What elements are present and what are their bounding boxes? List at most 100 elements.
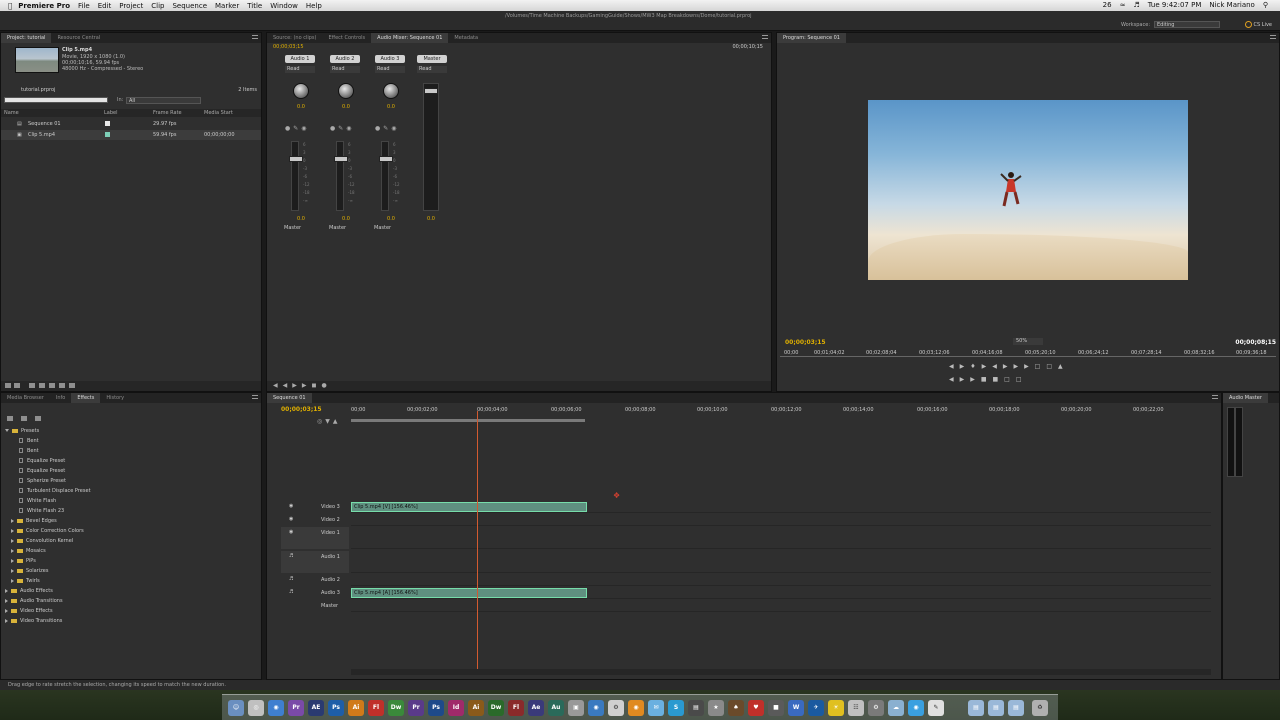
preset-item[interactable]: White Flash <box>19 498 56 504</box>
new-item-icon[interactable] <box>59 383 65 388</box>
automation-select-3[interactable]: Read <box>375 66 405 73</box>
tree-folder[interactable]: PiPs <box>11 558 36 564</box>
col-frame-rate[interactable]: Frame Rate <box>153 110 182 116</box>
finder-icon[interactable]: ☺ <box>228 700 244 716</box>
indesign-icon[interactable]: Id <box>448 700 464 716</box>
pan-value-3[interactable]: 0.0 <box>376 104 406 110</box>
channel-audio-3[interactable]: Audio 3 <box>375 55 405 63</box>
illustrator-icon-2[interactable]: Ai <box>468 700 484 716</box>
panel-menu-icon[interactable] <box>1212 395 1218 399</box>
audio-clip[interactable]: Clip 5.mp4 [A] [156.46%] <box>351 588 587 598</box>
automation-select-1[interactable]: Read <box>285 66 315 73</box>
wifi-icon[interactable]: ≈ <box>1120 1 1126 9</box>
volume-value-2[interactable]: 0.0 <box>331 216 361 222</box>
tree-audio-effects[interactable]: Audio Effects <box>5 588 53 594</box>
system-preferences-icon[interactable]: ⚙ <box>608 700 624 716</box>
skype-icon[interactable]: S <box>668 700 684 716</box>
panel-menu-icon[interactable] <box>252 395 258 399</box>
tree-video-effects[interactable]: Video Effects <box>5 608 53 614</box>
battery-indicator[interactable]: 26 <box>1103 1 1112 9</box>
preset-item[interactable]: White Flash 23 <box>19 508 64 514</box>
menu-marker[interactable]: Marker <box>215 2 239 10</box>
folder-icon[interactable]: ▤ <box>988 700 1004 716</box>
workspace-select[interactable]: Editing <box>1154 21 1220 28</box>
after-effects-icon[interactable]: AE <box>308 700 324 716</box>
find-icon[interactable] <box>39 383 45 388</box>
mute-solo-record-icons[interactable]: ●✎◉ <box>285 125 310 132</box>
program-time-ruler[interactable]: 00;00 00;01;04;02 00;02;08;04 00;03;12;0… <box>780 349 1276 357</box>
tree-folder[interactable]: Twirls <box>11 578 40 584</box>
track-header-audio-3[interactable]: ♬ Audio 3 <box>281 587 349 599</box>
track-header-master[interactable]: Master <box>281 600 349 612</box>
mail-icon[interactable]: ✉ <box>648 700 664 716</box>
folder-icon[interactable]: ▤ <box>968 700 984 716</box>
app-icon[interactable]: ☀ <box>828 700 844 716</box>
tab-effects[interactable]: Effects <box>71 393 101 403</box>
bin-icon[interactable] <box>49 383 55 388</box>
pan-knob-2[interactable] <box>338 83 354 99</box>
app-icon[interactable]: ◉ <box>908 700 924 716</box>
tab-media-browser[interactable]: Media Browser <box>1 393 50 403</box>
panel-menu-icon[interactable] <box>252 35 258 39</box>
output-select-2[interactable]: Master <box>329 225 365 232</box>
audition-icon[interactable]: Au <box>548 700 564 716</box>
dreamweaver-icon[interactable]: Dw <box>388 700 404 716</box>
tree-folder[interactable]: Convolution Kernel <box>11 538 73 544</box>
photoshop-icon[interactable]: Ps <box>328 700 344 716</box>
tab-audio-mixer[interactable]: Audio Mixer: Sequence 01 <box>371 33 449 43</box>
col-label[interactable]: Label <box>104 110 118 116</box>
tree-presets[interactable]: Presets <box>5 428 39 434</box>
automation-select-2[interactable]: Read <box>330 66 360 73</box>
volume-value-3[interactable]: 0.0 <box>376 216 406 222</box>
premiere-icon-2[interactable]: Pr <box>408 700 424 716</box>
track-lane-video-3[interactable]: Clip 5.mp4 [V] [156.46%] <box>351 501 1211 513</box>
app-icon[interactable]: ♠ <box>728 700 744 716</box>
col-media-start[interactable]: Media Start <box>204 110 233 116</box>
app-icon[interactable]: ✈ <box>808 700 824 716</box>
menu-help[interactable]: Help <box>306 2 322 10</box>
playhead[interactable] <box>477 411 478 673</box>
menu-title[interactable]: Title <box>247 2 262 10</box>
track-lane-video-2[interactable] <box>351 514 1211 526</box>
safari-icon[interactable]: ◉ <box>268 700 284 716</box>
volume-value-master[interactable]: 0.0 <box>416 216 446 222</box>
tree-folder[interactable]: Mosaics <box>11 548 46 554</box>
output-select-3[interactable]: Master <box>374 225 410 232</box>
icon-view-icon[interactable] <box>14 383 20 388</box>
program-video-frame[interactable] <box>868 100 1188 280</box>
app-icon[interactable]: ★ <box>708 700 724 716</box>
pan-knob-1[interactable] <box>293 83 309 99</box>
volume-icon[interactable]: ♬ <box>1133 1 1139 9</box>
search-input[interactable] <box>4 97 108 103</box>
photoshop-icon-2[interactable]: Ps <box>428 700 444 716</box>
video-clip[interactable]: Clip 5.mp4 [V] [156.46%] <box>351 502 587 512</box>
channel-audio-1[interactable]: Audio 1 <box>285 55 315 63</box>
track-lane-video-1[interactable] <box>351 527 1211 549</box>
automation-select-master[interactable]: Read <box>417 66 447 73</box>
app-menu[interactable]: Premiere Pro <box>18 2 70 10</box>
list-view-icon[interactable] <box>5 383 11 388</box>
work-area-bar[interactable] <box>351 419 585 422</box>
apple-icon[interactable]:  <box>8 2 12 10</box>
app-icon[interactable]: W <box>788 700 804 716</box>
menu-edit[interactable]: Edit <box>98 2 112 10</box>
col-name[interactable]: Name <box>4 110 19 116</box>
cs-live-button[interactable]: CS Live <box>1245 21 1272 28</box>
app-icon[interactable]: ▤ <box>688 700 704 716</box>
label-swatch[interactable] <box>105 121 110 126</box>
menu-file[interactable]: File <box>78 2 90 10</box>
zoom-select[interactable]: 50% <box>1013 338 1043 345</box>
tree-folder[interactable]: Solarizes <box>11 568 48 574</box>
automate-icon[interactable] <box>29 383 35 388</box>
tab-effect-controls[interactable]: Effect Controls <box>322 33 371 43</box>
menu-project[interactable]: Project <box>119 2 143 10</box>
transport-icons[interactable]: ◀◀▶▶◼● <box>273 382 332 389</box>
preset-item[interactable]: Turbulent Displace Preset <box>19 488 91 494</box>
premiere-icon[interactable]: Pr <box>288 700 304 716</box>
track-header-video-2[interactable]: ◉ Video 2 <box>281 514 349 526</box>
channel-audio-2[interactable]: Audio 2 <box>330 55 360 63</box>
illustrator-icon[interactable]: Ai <box>348 700 364 716</box>
menu-clip[interactable]: Clip <box>151 2 164 10</box>
flash-icon-2[interactable]: Fl <box>508 700 524 716</box>
fader-handle[interactable] <box>289 156 303 162</box>
